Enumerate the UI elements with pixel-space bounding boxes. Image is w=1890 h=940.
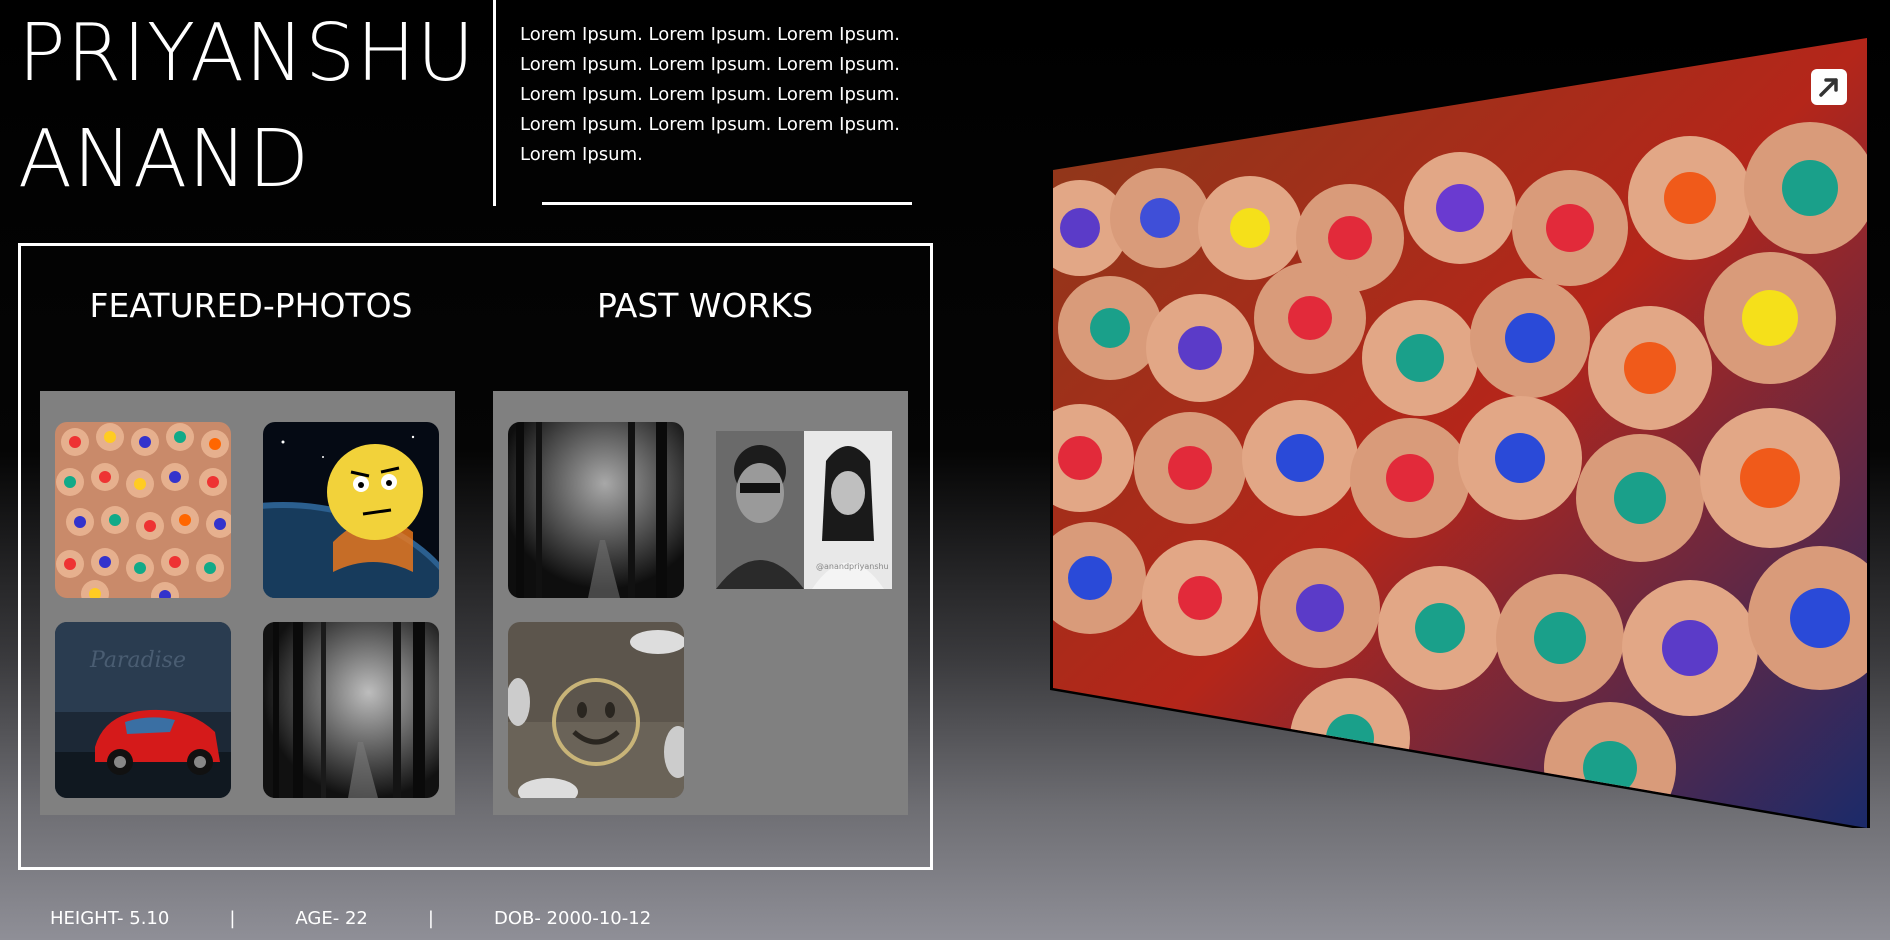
portrait-watermark: @anandpriyanshu (816, 562, 889, 571)
svg-text:Paradise: Paradise (89, 648, 186, 673)
header-divider-horizontal (542, 202, 912, 205)
past-work-forest[interactable] (508, 422, 684, 598)
featured-photo-emoji[interactable] (263, 422, 439, 598)
featured-photos-grid: Paradise (40, 391, 455, 815)
past-works-title: PAST WORKS (596, 286, 814, 325)
featured-photo-car[interactable]: Paradise (55, 622, 231, 798)
profile-name: PRIYANSHU ANAND (18, 0, 475, 212)
emoji-earth-image (263, 422, 439, 598)
past-work-smiley[interactable] (508, 622, 684, 798)
name-last: ANAND (18, 113, 311, 205)
red-car-image: Paradise (55, 622, 231, 798)
dark-forest-image (508, 422, 684, 598)
stat-separator: | (427, 908, 434, 929)
smiley-pavement-image (508, 622, 684, 798)
pencils-image (55, 422, 231, 598)
intro-text: Lorem Ipsum. Lorem Ipsum. Lorem Ipsum. L… (520, 24, 900, 165)
dark-forest-image (263, 622, 439, 798)
height-stat: HEIGHT- 5.10 (50, 908, 170, 929)
header-divider-vertical (493, 0, 496, 206)
profile-stats: HEIGHT- 5.10 | AGE- 22 | DOB- 2000-10-12 (50, 908, 651, 929)
hero-image[interactable] (1050, 38, 1870, 828)
featured-photo-forest[interactable] (263, 622, 439, 798)
stat-separator: | (229, 908, 236, 929)
dob-stat: DOB- 2000-10-12 (493, 908, 652, 929)
featured-photos-title: FEATURED-PHOTOS (89, 286, 413, 325)
gallery-panel: FEATURED-PHOTOS PAST WORKS Paradise @ana… (18, 243, 933, 870)
age-stat: AGE- 22 (295, 908, 368, 929)
expand-arrow-icon[interactable] (1811, 69, 1847, 105)
past-work-portrait[interactable]: @anandpriyanshu (716, 431, 892, 589)
name-first: PRIYANSHU (18, 7, 476, 99)
portrait-pair-image: @anandpriyanshu (716, 431, 892, 589)
past-works-grid: @anandpriyanshu (493, 391, 908, 815)
featured-photo-pencils[interactable] (55, 422, 231, 598)
